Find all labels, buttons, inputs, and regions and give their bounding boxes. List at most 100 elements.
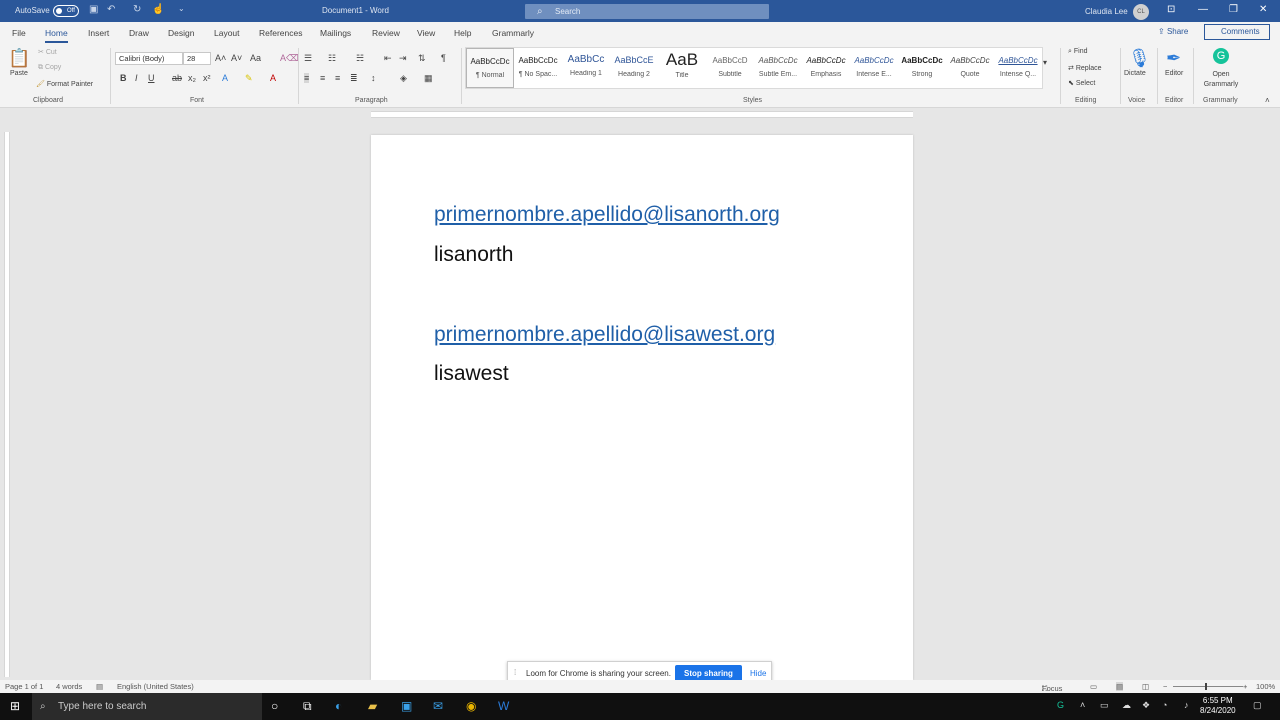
- restore-icon[interactable]: ❐: [1229, 4, 1238, 15]
- tab-view[interactable]: View: [417, 28, 435, 38]
- print-layout-icon[interactable]: ▤: [1116, 682, 1124, 691]
- page-count[interactable]: Page 1 of 1: [5, 682, 43, 691]
- bold-icon[interactable]: B: [120, 73, 127, 83]
- underline-icon[interactable]: U: [148, 73, 155, 83]
- subscript-icon[interactable]: x₂: [188, 73, 196, 83]
- close-icon[interactable]: ✕: [1259, 4, 1267, 15]
- align-center-icon[interactable]: ≡: [320, 73, 325, 83]
- dictate-button[interactable]: Dictate: [1124, 70, 1146, 77]
- sort-icon[interactable]: ⇅: [418, 53, 426, 64]
- read-mode-icon[interactable]: ▭: [1090, 682, 1097, 691]
- style-heading-1[interactable]: AaBbCc Heading 1: [562, 48, 610, 88]
- decrease-indent-icon[interactable]: ⇤: [384, 53, 392, 64]
- comments-button[interactable]: Comments: [1204, 24, 1270, 40]
- change-case-icon[interactable]: Aa: [250, 53, 261, 63]
- collapse-ribbon-icon[interactable]: ˄: [1265, 96, 1270, 105]
- hide-button[interactable]: Hide: [750, 669, 766, 678]
- microphone-icon[interactable]: 🎙: [1128, 48, 1151, 69]
- font-name-select[interactable]: Calibri (Body): [115, 52, 183, 65]
- show-hidden-icons-icon[interactable]: ˄: [1080, 700, 1085, 710]
- grammarly-tray-icon[interactable]: G: [1057, 700, 1064, 710]
- editor-button[interactable]: Editor: [1165, 70, 1183, 77]
- onedrive-icon[interactable]: ☁: [1122, 700, 1131, 711]
- grammarly-icon[interactable]: G: [1213, 48, 1229, 64]
- borders-icon[interactable]: ▦: [424, 73, 433, 84]
- chrome-icon[interactable]: ◉: [466, 699, 476, 713]
- style-title[interactable]: AaB Title: [658, 48, 706, 88]
- zoom-level[interactable]: 100%: [1256, 682, 1275, 691]
- customize-quick-access-icon[interactable]: ⌄: [178, 4, 185, 13]
- style-normal[interactable]: AaBbCcDc ¶ Normal: [466, 48, 514, 88]
- style-intense-emphasis[interactable]: AaBbCcDc Intense E...: [850, 48, 898, 88]
- find-button[interactable]: ⌕ Find: [1068, 48, 1088, 56]
- tab-grammarly[interactable]: Grammarly: [492, 28, 534, 38]
- line-spacing-icon[interactable]: ↕: [371, 73, 376, 83]
- format-painter-button[interactable]: 🖌 Format Painter: [36, 80, 93, 88]
- redo-icon[interactable]: ↻: [133, 4, 141, 15]
- zoom-slider-thumb[interactable]: [1205, 683, 1207, 690]
- horizontal-ruler[interactable]: [371, 111, 913, 118]
- autosave-toggle[interactable]: Off: [53, 5, 79, 17]
- bullets-icon[interactable]: ☰: [304, 53, 312, 64]
- user-name[interactable]: Claudia Lee: [1085, 7, 1128, 16]
- tab-insert[interactable]: Insert: [88, 28, 109, 38]
- email-link[interactable]: primernombre.apellido@lisanorth.org: [434, 203, 780, 227]
- shrink-font-icon[interactable]: A˅: [231, 53, 242, 63]
- open-grammarly-button[interactable]: Open Grammarly: [1200, 70, 1242, 90]
- paragraph-text[interactable]: lisanorth: [434, 243, 513, 267]
- tab-draw[interactable]: Draw: [129, 28, 149, 38]
- style-heading-2[interactable]: AaBbCcE Heading 2: [610, 48, 658, 88]
- style-quote[interactable]: AaBbCcDc Quote: [946, 48, 994, 88]
- tab-home[interactable]: Home: [45, 28, 68, 43]
- justify-icon[interactable]: ≣: [350, 73, 358, 84]
- word-count[interactable]: 4 words: [56, 682, 82, 691]
- tab-review[interactable]: Review: [372, 28, 400, 38]
- touch-mode-icon[interactable]: ☝: [152, 4, 164, 15]
- notifications-icon[interactable]: ▢: [1253, 700, 1262, 711]
- network-drive-icon[interactable]: ▭: [1100, 700, 1109, 711]
- clear-formatting-icon[interactable]: A⌫: [280, 53, 299, 64]
- highlight-icon[interactable]: ✎: [245, 73, 253, 84]
- task-view-icon[interactable]: ⧉: [303, 699, 312, 714]
- tab-help[interactable]: Help: [454, 28, 471, 38]
- style-subtitle[interactable]: AaBbCcD Subtitle: [706, 48, 754, 88]
- numbering-icon[interactable]: ☷: [328, 53, 336, 64]
- mail-icon[interactable]: ✉: [433, 699, 443, 713]
- font-color-icon[interactable]: A: [270, 73, 276, 83]
- multilevel-list-icon[interactable]: ☵: [356, 53, 364, 64]
- tab-design[interactable]: Design: [168, 28, 194, 38]
- document-page[interactable]: primernombre.apellido@lisanorth.org lisa…: [371, 135, 913, 680]
- volume-icon[interactable]: ♪: [1184, 700, 1189, 710]
- web-layout-icon[interactable]: ◫: [1142, 682, 1149, 691]
- word-icon[interactable]: W: [498, 699, 509, 713]
- shading-icon[interactable]: ◈: [400, 73, 407, 84]
- tab-file[interactable]: File: [12, 28, 26, 38]
- cortana-icon[interactable]: ○: [271, 699, 278, 713]
- undo-icon[interactable]: ↶: [107, 4, 115, 15]
- tab-references[interactable]: References: [259, 28, 302, 38]
- replace-button[interactable]: ⇄ Replace: [1068, 64, 1102, 72]
- paste-icon[interactable]: 📋: [8, 48, 30, 69]
- style-no-spacing[interactable]: AaBbCcDc ¶ No Spac...: [514, 48, 562, 88]
- style-emphasis[interactable]: AaBbCcDc Emphasis: [802, 48, 850, 88]
- editor-icon[interactable]: ✒: [1166, 48, 1181, 69]
- avatar[interactable]: CL: [1133, 4, 1149, 20]
- store-icon[interactable]: ▣: [401, 699, 412, 713]
- zoom-slider[interactable]: [1173, 686, 1243, 687]
- clock[interactable]: 6:55 PM 8/24/2020: [1200, 696, 1236, 716]
- dropbox-icon[interactable]: ❖: [1142, 700, 1150, 711]
- email-link[interactable]: primernombre.apellido@lisawest.org: [434, 323, 775, 347]
- paste-button[interactable]: Paste: [10, 70, 28, 77]
- vertical-ruler[interactable]: [4, 132, 10, 677]
- taskbar-search[interactable]: ⌕ Type here to search: [32, 693, 262, 720]
- increase-indent-icon[interactable]: ⇥: [399, 53, 407, 64]
- superscript-icon[interactable]: x²: [203, 73, 211, 83]
- language[interactable]: English (United States): [117, 682, 194, 691]
- font-size-select[interactable]: 28: [183, 52, 211, 65]
- ribbon-display-icon[interactable]: ⊡: [1167, 4, 1175, 15]
- strikethrough-icon[interactable]: ab: [172, 73, 182, 83]
- grow-font-icon[interactable]: A˄: [215, 53, 226, 63]
- edge-icon[interactable]: ◐: [335, 699, 342, 713]
- zoom-in-icon[interactable]: +: [1243, 682, 1247, 691]
- proofing-icon[interactable]: ▤: [96, 682, 103, 691]
